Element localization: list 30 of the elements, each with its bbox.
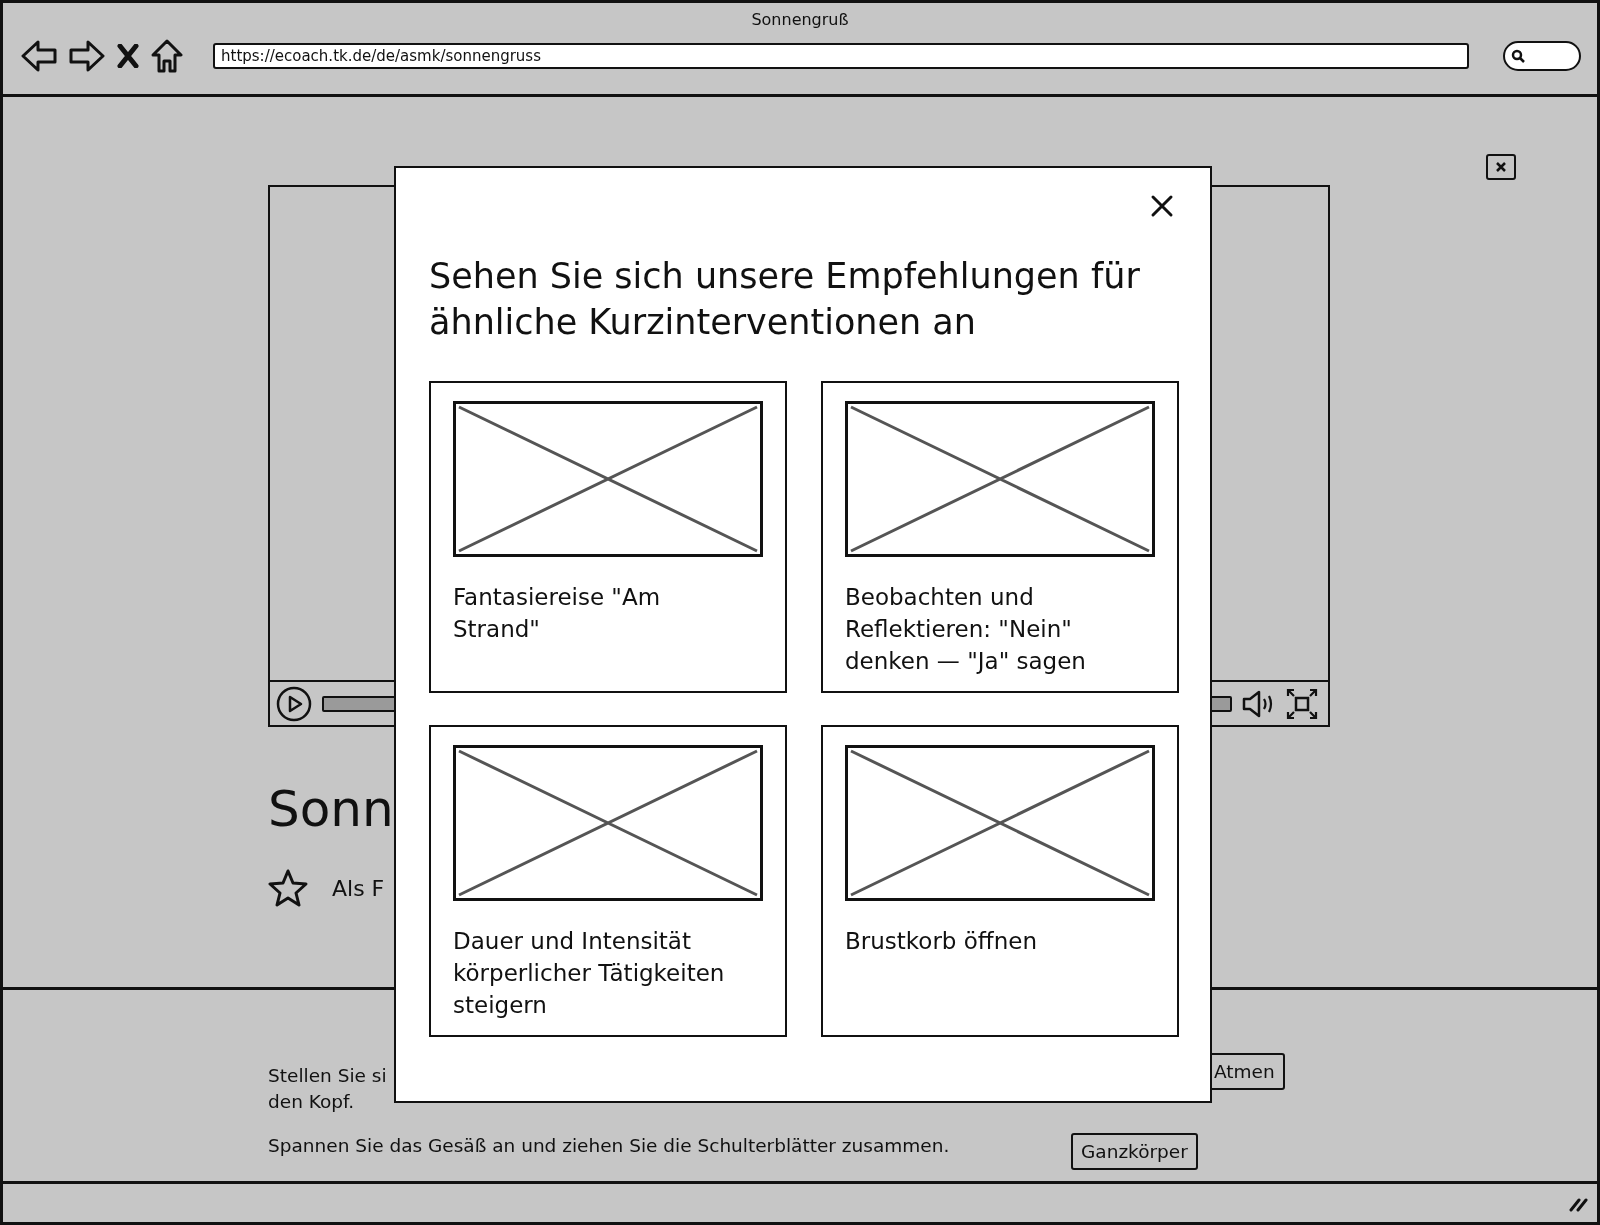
fullscreen-icon[interactable] bbox=[1286, 687, 1318, 720]
image-placeholder-icon bbox=[845, 745, 1155, 901]
forward-icon[interactable] bbox=[69, 39, 105, 73]
image-placeholder-icon bbox=[453, 745, 763, 901]
star-icon[interactable] bbox=[268, 869, 308, 907]
recommendation-card[interactable]: Brustkorb öffnen bbox=[821, 725, 1179, 1037]
instruction-text: Spannen Sie das Gesäß an und ziehen Sie die Schulterblätter zusammen. bbox=[268, 1134, 951, 1158]
search-field[interactable] bbox=[1503, 41, 1581, 71]
card-title: Beobachten und Reflektieren: "Nein" denken — "Ja" sagen bbox=[845, 583, 1087, 676]
close-icon[interactable] bbox=[117, 44, 139, 68]
page-heading: Sonn bbox=[268, 779, 395, 839]
favorite-link[interactable]: Als F bbox=[332, 875, 385, 901]
address-field[interactable]: https://ecoach.tk.de/de/asmk/sonnengruss bbox=[213, 43, 1469, 69]
recommendation-card[interactable]: Beobachten und Reflektieren: "Nein" denken — "Ja" sagen bbox=[821, 381, 1179, 693]
window-title: Sonnengruß bbox=[751, 10, 849, 29]
search-icon bbox=[1511, 49, 1525, 63]
recommendation-card[interactable]: Dauer und Intensität körperlicher Tätigkeiten steigern bbox=[429, 725, 787, 1037]
image-placeholder-icon bbox=[845, 401, 1155, 557]
image-placeholder-icon bbox=[453, 401, 763, 557]
card-title: Dauer und Intensität körperlicher Tätigkeiten steigern bbox=[453, 927, 726, 1020]
card-title: Fantasiereise "Am Strand" bbox=[453, 583, 662, 644]
category-button[interactable]: Ganzkörper bbox=[1071, 1133, 1198, 1170]
card-title: Brustkorb öffnen bbox=[845, 927, 1038, 956]
instruction-text: Stellen Sie si den Kopf. bbox=[268, 1064, 388, 1114]
back-icon[interactable] bbox=[21, 39, 57, 73]
recommendation-card[interactable]: Fantasiereise "Am Strand" bbox=[429, 381, 787, 693]
modal-title: Sehen Sie sich unsere Empfehlungen für ähnliche Kurzinterventionen an bbox=[429, 255, 1141, 344]
play-icon[interactable] bbox=[276, 685, 312, 722]
close-icon[interactable] bbox=[1486, 154, 1516, 180]
home-icon[interactable] bbox=[151, 39, 183, 73]
